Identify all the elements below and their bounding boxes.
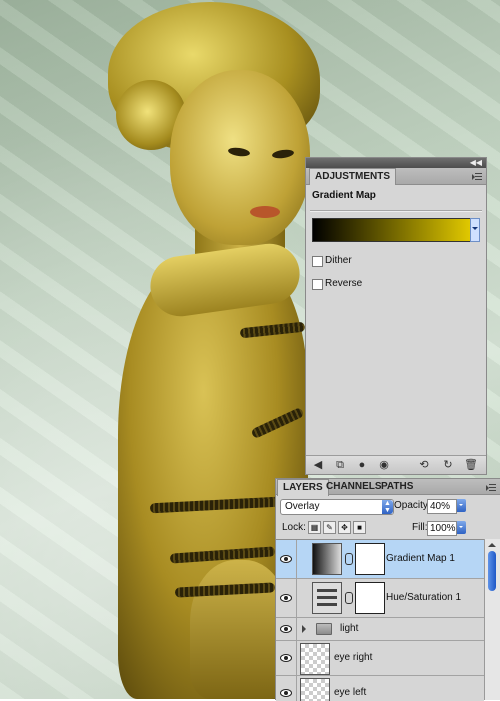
dither-checkbox[interactable] <box>312 256 323 267</box>
visibility-cell[interactable] <box>276 641 297 675</box>
expand-triangle-icon[interactable] <box>302 625 310 633</box>
adjustment-title: Gradient Map <box>312 190 376 201</box>
visibility-cell[interactable] <box>276 579 297 617</box>
layer-group-row[interactable]: light <box>276 618 484 641</box>
lock-all-icon[interactable]: ■ <box>353 521 366 534</box>
lock-image-pixels-icon[interactable]: ✎ <box>323 521 336 534</box>
layer-name: eye left <box>334 687 367 698</box>
gradient-picker-dropdown[interactable] <box>470 218 480 242</box>
tab-paths[interactable]: PATHS <box>376 479 418 495</box>
reset-icon[interactable]: ↻ <box>442 459 454 471</box>
layer-row[interactable]: Gradient Map 1 <box>276 540 484 579</box>
back-arrow-icon[interactable]: ◀ <box>312 459 324 471</box>
layer-thumbnail <box>300 678 330 701</box>
expand-view-icon[interactable]: ⧉ <box>334 459 346 471</box>
dither-label: Dither <box>325 255 352 266</box>
eye-icon[interactable] <box>280 654 292 662</box>
eye-icon[interactable] <box>280 594 292 602</box>
layer-row[interactable]: eye right <box>276 641 484 676</box>
opacity-label: Opacity: <box>394 500 431 511</box>
layer-name: light <box>340 623 359 634</box>
adjustments-panel: ◀◀ ADJUSTMENTS Gradient Map Dither Rever… <box>305 157 487 475</box>
link-icon[interactable] <box>345 592 353 604</box>
panel-menu-icon[interactable] <box>472 171 482 180</box>
folder-icon <box>316 623 332 635</box>
blend-mode-select[interactable]: Overlay ▲ ▼ <box>280 499 394 515</box>
layers-scrollbar[interactable] <box>484 539 500 700</box>
panel-menu-icon[interactable] <box>486 482 496 491</box>
scroll-up-arrow[interactable] <box>488 539 496 547</box>
eye-icon[interactable] <box>280 555 292 563</box>
view-previous-icon[interactable]: ⟲ <box>418 459 430 471</box>
divider <box>310 210 482 212</box>
fill-label: Fill: <box>412 522 428 533</box>
gradient-map-thumbnail <box>312 543 342 575</box>
layer-thumbnail <box>300 643 330 675</box>
layer-mask-thumbnail[interactable] <box>355 543 385 575</box>
layer-name: eye right <box>334 652 373 663</box>
layer-row[interactable]: eye left <box>276 676 484 701</box>
gradient-preview[interactable] <box>312 218 471 242</box>
layers-tabrow: LAYERS CHANNELS PATHS <box>276 479 500 496</box>
lock-transparency-icon[interactable]: ▦ <box>308 521 321 534</box>
blend-mode-value: Overlay <box>285 501 320 512</box>
collapse-icon[interactable]: ◀◀ <box>470 158 482 168</box>
visibility-cell[interactable] <box>276 540 297 578</box>
clip-to-layer-icon[interactable]: ● <box>356 459 368 471</box>
updown-arrows-icon: ▲ ▼ <box>382 500 393 514</box>
tab-adjustments[interactable]: ADJUSTMENTS <box>309 168 397 185</box>
layers-panel: LAYERS CHANNELS PATHS Overlay ▲ ▼ Opacity… <box>275 478 500 701</box>
eye-icon[interactable] <box>280 625 292 633</box>
layer-list: Gradient Map 1 Hue/Saturation 1 light ey… <box>276 539 484 701</box>
visibility-eye-icon[interactable]: ◉ <box>378 459 390 471</box>
visibility-cell[interactable] <box>276 676 297 701</box>
layer-name: Hue/Saturation 1 <box>386 592 462 603</box>
reverse-label: Reverse <box>325 278 363 289</box>
layer-row[interactable]: Hue/Saturation 1 <box>276 579 484 618</box>
hue-saturation-thumbnail <box>312 582 342 614</box>
trash-icon[interactable]: 🗑 <box>464 459 478 471</box>
lock-label: Lock: <box>282 522 306 533</box>
adjustments-toolbar: ◀ ⧉ ● ◉ ⟲ ↻ 🗑 <box>306 455 486 474</box>
scrollbar-thumb[interactable] <box>488 551 496 591</box>
lock-position-icon[interactable]: ✥ <box>338 521 351 534</box>
figure-lips <box>250 206 280 218</box>
visibility-cell[interactable] <box>276 618 297 640</box>
opacity-dropdown[interactable] <box>457 499 466 512</box>
adjustments-tabrow: ADJUSTMENTS <box>306 168 486 185</box>
fill-dropdown[interactable] <box>457 521 466 534</box>
layer-name: Gradient Map 1 <box>386 553 455 564</box>
figure-face <box>170 70 310 245</box>
reverse-checkbox[interactable] <box>312 279 323 290</box>
layer-mask-thumbnail[interactable] <box>355 582 385 614</box>
fill-input[interactable]: 100% <box>427 521 457 536</box>
eye-icon[interactable] <box>280 689 292 697</box>
link-icon[interactable] <box>345 553 353 565</box>
adjustments-titlebar[interactable]: ◀◀ <box>306 158 486 168</box>
opacity-input[interactable]: 40% <box>427 499 457 514</box>
